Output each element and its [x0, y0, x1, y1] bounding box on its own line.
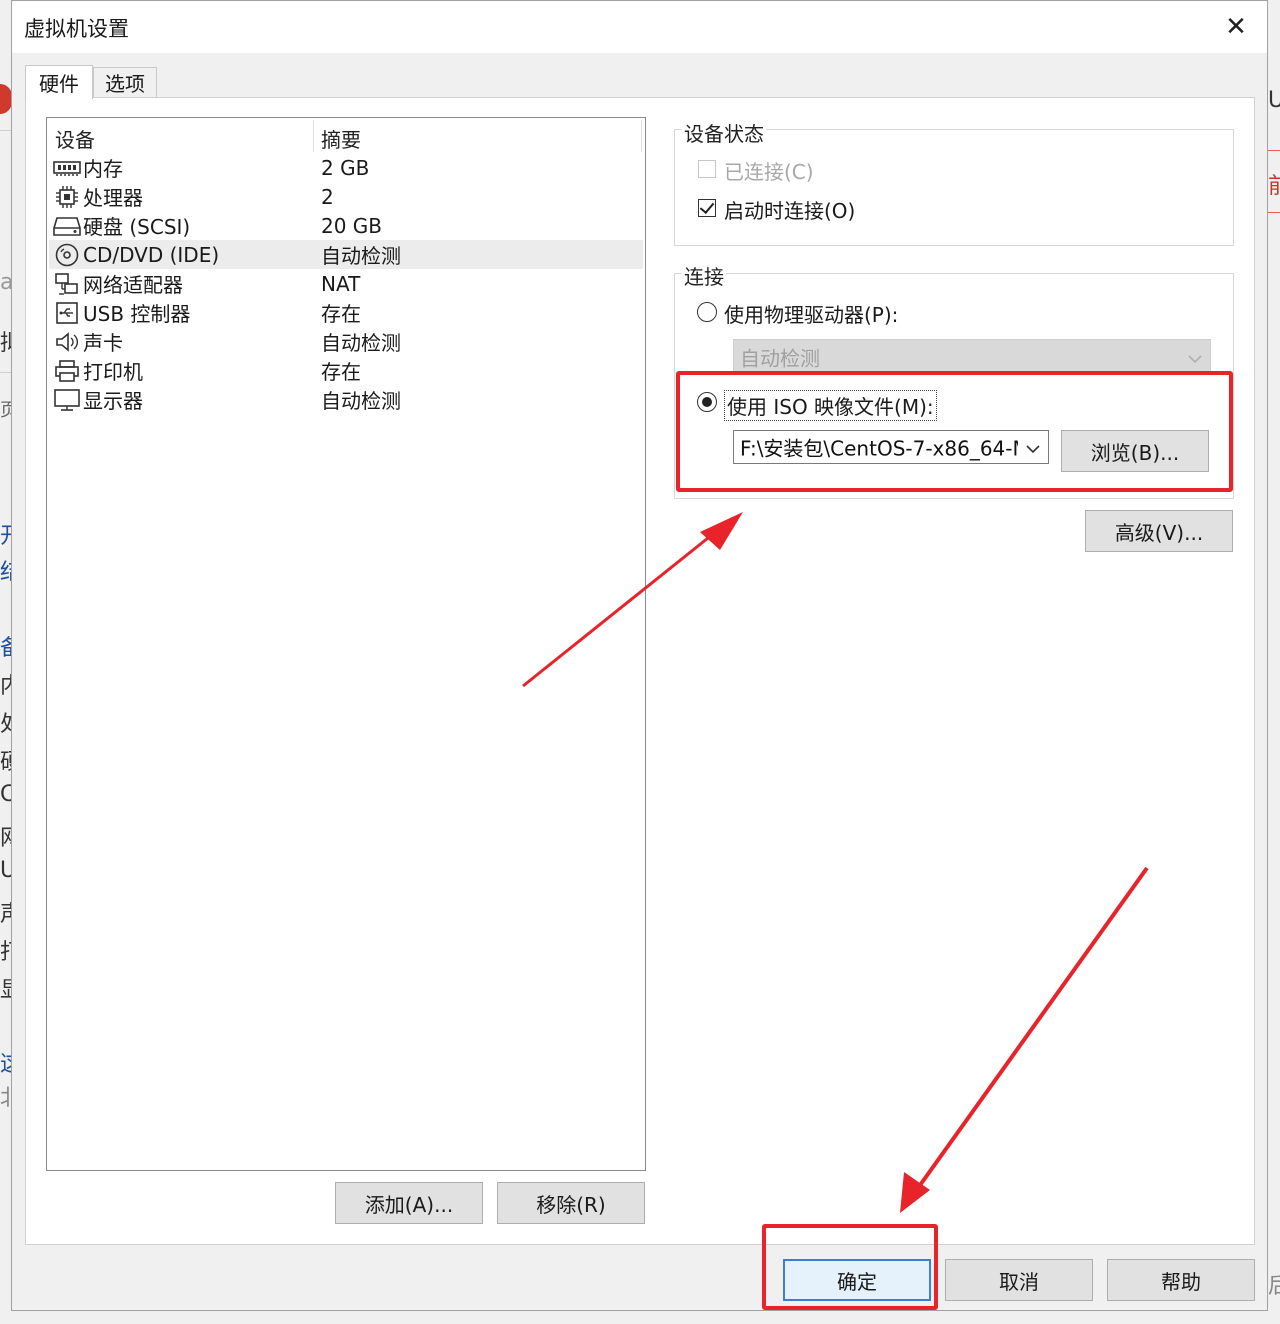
- annotation-arrows: [522, 512, 1149, 1213]
- tab-label: 硬件: [39, 72, 79, 96]
- arrow-to-ok: [900, 866, 1149, 1213]
- arrow-to-iso: [522, 512, 743, 688]
- tab-hardware[interactable]: 硬件: [25, 65, 93, 99]
